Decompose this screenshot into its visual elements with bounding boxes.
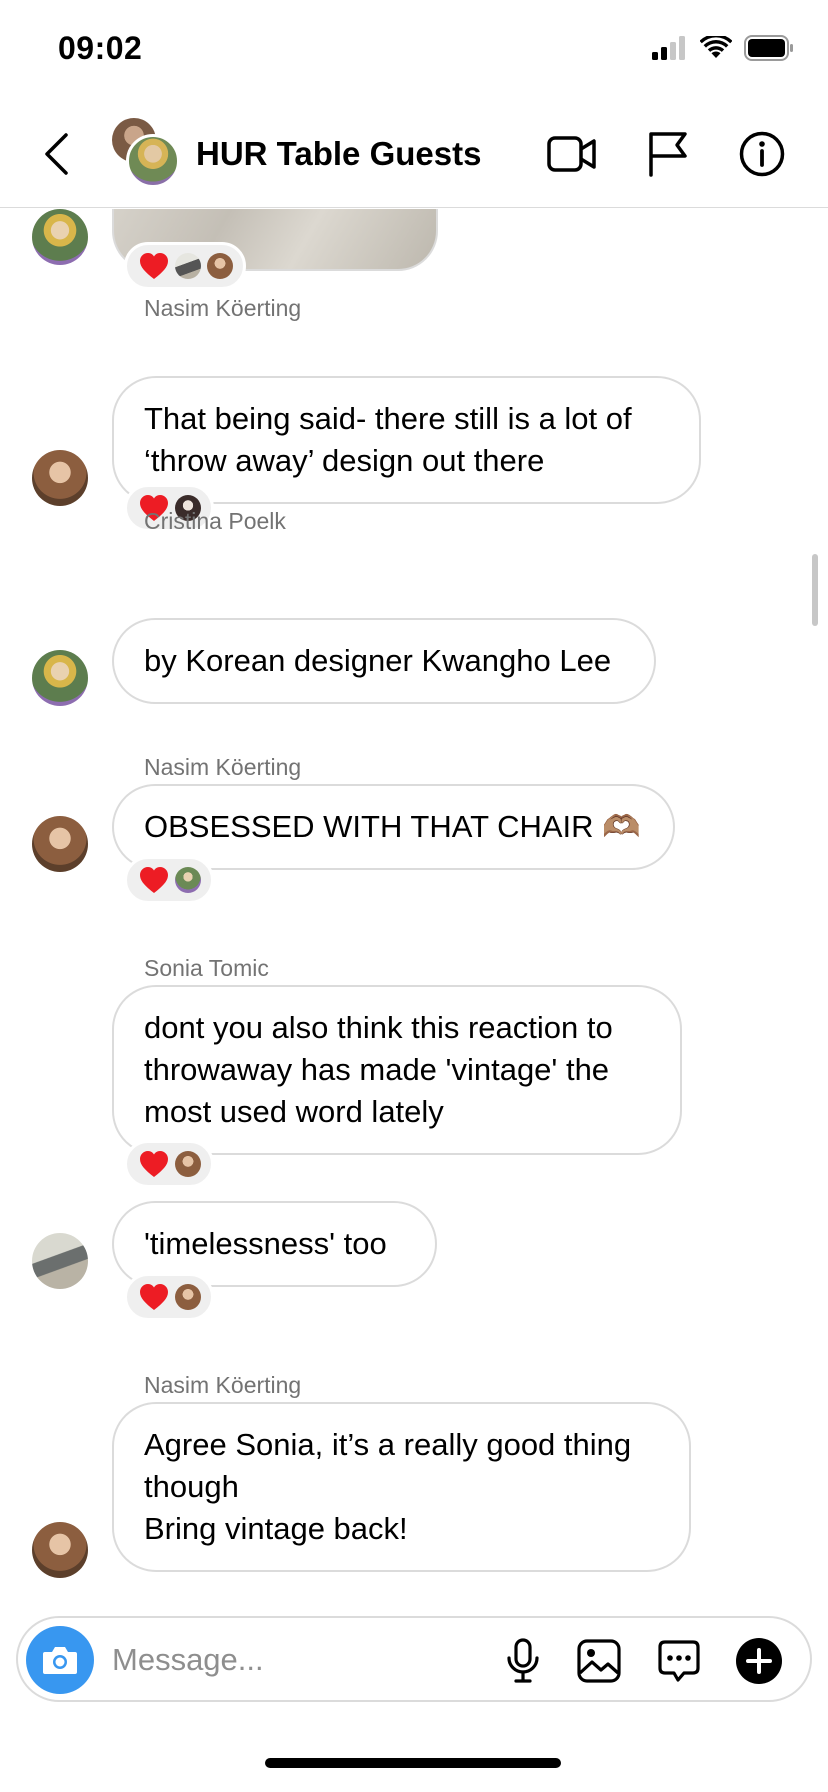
avatar[interactable] bbox=[32, 450, 88, 506]
avatar[interactable] bbox=[32, 650, 88, 706]
wifi-icon bbox=[699, 33, 733, 65]
message-bubble[interactable]: Agree Sonia, it’s a really good thing th… bbox=[112, 1402, 691, 1572]
flag-icon bbox=[649, 132, 687, 177]
chevron-left-icon bbox=[45, 133, 68, 175]
avatar bbox=[175, 253, 201, 279]
message-bubble[interactable]: That being said- there still is a lot of… bbox=[112, 376, 701, 504]
avatar[interactable] bbox=[32, 816, 88, 872]
avatar bbox=[175, 867, 201, 893]
video-call-button[interactable] bbox=[544, 126, 600, 182]
more-button[interactable] bbox=[732, 1634, 786, 1688]
back-button[interactable] bbox=[36, 128, 76, 180]
heart-icon bbox=[140, 253, 168, 279]
heart-icon bbox=[140, 1284, 168, 1310]
reaction-pill[interactable] bbox=[124, 242, 246, 290]
avatar[interactable] bbox=[32, 1522, 88, 1578]
message-thread[interactable]: Nasim Köerting That being said- there st… bbox=[0, 209, 828, 1609]
message-bubble[interactable]: by Korean designer Kwangho Lee bbox=[112, 618, 656, 704]
gallery-icon bbox=[577, 1639, 621, 1683]
plus-icon bbox=[736, 1638, 782, 1684]
avatar bbox=[175, 1284, 201, 1310]
sender-name: Nasim Köerting bbox=[144, 1372, 302, 1398]
status-icons bbox=[652, 33, 794, 66]
microphone-icon bbox=[507, 1638, 539, 1683]
message-bubble[interactable]: dont you also think this reaction to thr… bbox=[112, 985, 682, 1155]
sticker-button[interactable] bbox=[652, 1634, 706, 1688]
home-indicator[interactable] bbox=[265, 1758, 561, 1768]
scrollbar[interactable] bbox=[812, 554, 818, 626]
conversation-title[interactable]: HUR Table Guests bbox=[196, 130, 481, 178]
reaction-pill[interactable] bbox=[124, 1140, 214, 1188]
video-call-icon bbox=[547, 136, 596, 172]
avatar[interactable] bbox=[32, 1233, 88, 1289]
camera-button[interactable] bbox=[26, 1626, 94, 1694]
message-composer bbox=[16, 1616, 812, 1702]
reaction-pill[interactable] bbox=[124, 856, 214, 904]
avatar[interactable] bbox=[32, 209, 88, 265]
heart-icon bbox=[140, 867, 168, 893]
heart-icon bbox=[140, 1151, 168, 1177]
sender-name: Sonia Tomic bbox=[144, 955, 269, 981]
report-button[interactable] bbox=[640, 126, 696, 182]
sticker-icon bbox=[658, 1640, 700, 1682]
info-button[interactable] bbox=[734, 126, 790, 182]
cellular-signal-icon bbox=[652, 35, 688, 65]
sender-name: Cristina Poelk bbox=[144, 508, 286, 534]
conversation-header: HUR Table Guests bbox=[0, 100, 828, 208]
group-avatar[interactable] bbox=[110, 116, 182, 192]
sender-name: Nasim Köerting bbox=[144, 295, 302, 321]
microphone-button[interactable] bbox=[496, 1634, 550, 1688]
info-icon bbox=[739, 131, 785, 177]
camera-icon bbox=[43, 1647, 77, 1674]
gallery-button[interactable] bbox=[572, 1634, 626, 1688]
status-bar: 09:02 bbox=[0, 0, 828, 100]
avatar bbox=[126, 134, 180, 188]
sender-name: Nasim Köerting bbox=[144, 754, 302, 780]
battery-icon bbox=[744, 34, 794, 66]
message-input[interactable] bbox=[112, 1638, 412, 1682]
avatar bbox=[175, 1151, 201, 1177]
avatar bbox=[207, 253, 233, 279]
status-time: 09:02 bbox=[58, 30, 143, 66]
reaction-pill[interactable] bbox=[124, 1273, 214, 1321]
